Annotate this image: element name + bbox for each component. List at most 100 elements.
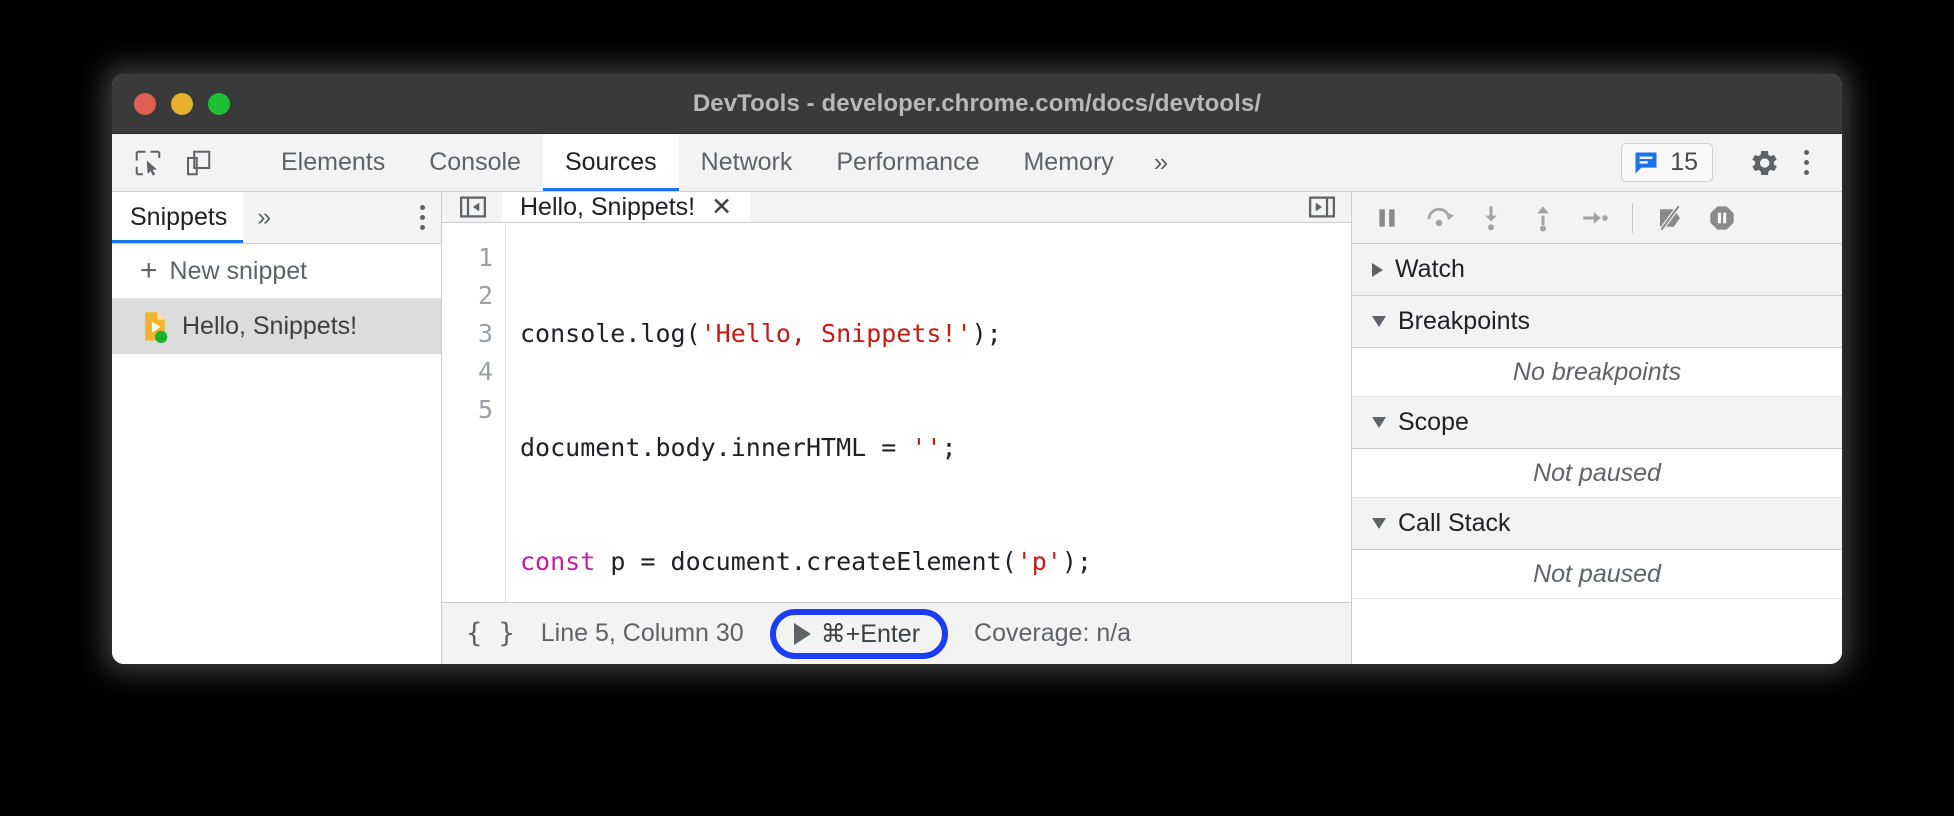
maximize-window-button[interactable] [208,93,230,115]
navigator-tab-snippets[interactable]: Snippets [112,192,243,243]
step-over-button[interactable] [1418,198,1460,238]
step-over-icon [1424,203,1454,233]
inspect-element-button[interactable] [130,145,166,181]
cursor-position-label: Line 5, Column 30 [541,619,744,648]
pause-on-exceptions-button[interactable] [1701,198,1743,238]
navigator-menu-button[interactable] [404,192,441,243]
toolbar-right-group: 15 [1621,134,1842,191]
deactivate-breakpoints-button[interactable] [1649,198,1691,238]
device-toolbar-icon [183,148,213,178]
breakpoints-empty-text: No breakpoints [1352,348,1842,397]
deactivate-breakpoints-icon [1655,203,1685,233]
line-number: 5 [442,391,493,429]
toolbar-icon-group [112,134,259,191]
section-title: Scope [1398,408,1469,437]
inspect-element-icon [133,148,163,178]
snippet-list-item-label: Hello, Snippets! [182,312,357,341]
pause-script-execution-icon [1374,205,1400,231]
call-stack-empty-text: Not paused [1352,550,1842,599]
editor-file-tab[interactable]: Hello, Snippets! ✕ [502,192,750,222]
main-menu-button[interactable] [1788,145,1824,181]
message-bubble-icon [1632,149,1660,177]
step-into-button[interactable] [1470,198,1512,238]
plus-icon: + [140,256,158,286]
collapse-navigator-button[interactable] [442,192,502,222]
snippets-list: + New snippet Hello, Snippets! [112,244,441,664]
settings-button[interactable] [1746,145,1782,181]
code-content[interactable]: console.log('Hello, Snippets!'); documen… [506,223,1351,602]
gear-icon [1748,147,1780,179]
messages-badge[interactable]: 15 [1621,143,1713,182]
debugger-pane: Watch Breakpoints No breakpoints Scope N… [1352,192,1842,664]
tab-network[interactable]: Network [679,134,815,191]
line-number: 2 [442,277,493,315]
editor-pane: Hello, Snippets! ✕ 1 2 3 4 5 [442,192,1352,664]
run-snippet-button[interactable]: ⌘+Enter [770,609,948,659]
close-window-button[interactable] [134,93,156,115]
tab-elements[interactable]: Elements [259,134,407,191]
expand-debugger-icon [1307,192,1337,222]
step-out-icon [1529,204,1557,232]
collapse-sidebar-icon [458,192,488,222]
snippet-file-icon [140,311,170,343]
window-title: DevTools - developer.chrome.com/docs/dev… [112,90,1842,118]
pretty-print-braces-icon[interactable]: { } [466,618,515,649]
chevron-down-icon [1372,316,1386,327]
code-line: console.log('Hello, Snippets!'); [520,315,1351,353]
tab-sources[interactable]: Sources [543,134,679,191]
main-toolbar: Elements Console Sources Network Perform… [112,134,1842,192]
line-number: 3 [442,315,493,353]
debugger-toolbar [1352,192,1842,244]
devtools-window: DevTools - developer.chrome.com/docs/dev… [112,74,1842,664]
step-out-button[interactable] [1522,198,1564,238]
step-button[interactable] [1574,198,1616,238]
devtools-body: Snippets » + New snippet [112,192,1842,664]
messages-count: 15 [1670,148,1698,177]
device-toolbar-button[interactable] [180,145,216,181]
section-title: Breakpoints [1398,307,1530,336]
line-number: 1 [442,239,493,277]
section-title: Watch [1395,255,1465,284]
chevron-down-icon [1372,518,1386,529]
code-line: document.body.innerHTML = ''; [520,429,1351,467]
minimize-window-button[interactable] [171,93,193,115]
debugger-toolbar-divider [1632,203,1633,233]
line-number-gutter: 1 2 3 4 5 [442,223,506,602]
section-header-watch[interactable]: Watch [1352,244,1842,296]
section-header-call-stack[interactable]: Call Stack [1352,498,1842,550]
navigator-more-tabs-button[interactable]: » [243,192,285,243]
more-panels-button[interactable]: » [1136,134,1186,191]
editor-file-tab-label: Hello, Snippets! [520,193,695,222]
window-titlebar: DevTools - developer.chrome.com/docs/dev… [112,74,1842,134]
panel-tab-list: Elements Console Sources Network Perform… [259,134,1186,191]
pause-script-execution-button[interactable] [1366,198,1408,238]
tab-memory[interactable]: Memory [1001,134,1135,191]
section-title: Call Stack [1398,509,1511,538]
section-header-breakpoints[interactable]: Breakpoints [1352,296,1842,348]
editor-statusbar: { } Line 5, Column 30 ⌘+Enter Coverage: … [442,602,1351,664]
step-into-icon [1477,204,1505,232]
tab-console[interactable]: Console [407,134,543,191]
expand-debugger-button[interactable] [1291,192,1351,222]
run-snippet-shortcut-label: ⌘+Enter [821,619,920,649]
more-options-icon [420,205,425,230]
step-icon [1581,204,1609,232]
scope-empty-text: Not paused [1352,449,1842,498]
line-number: 4 [442,353,493,391]
close-tab-button[interactable]: ✕ [711,192,732,222]
editor-tabbar: Hello, Snippets! ✕ [442,192,1351,223]
coverage-label: Coverage: n/a [974,619,1131,648]
chevron-down-icon [1372,417,1386,428]
new-snippet-label: New snippet [170,257,308,286]
traffic-lights [112,93,230,115]
navigator-pane: Snippets » + New snippet [112,192,442,664]
navigator-tabbar: Snippets » [112,192,441,244]
section-header-scope[interactable]: Scope [1352,397,1842,449]
tab-performance[interactable]: Performance [814,134,1001,191]
code-editor[interactable]: 1 2 3 4 5 console.log('Hello, Snippets!'… [442,223,1351,602]
snippet-list-item[interactable]: Hello, Snippets! [112,299,441,354]
new-snippet-button[interactable]: + New snippet [112,244,441,299]
play-icon [794,623,811,645]
chevron-right-icon [1372,263,1383,277]
pause-on-exceptions-icon [1708,204,1736,232]
